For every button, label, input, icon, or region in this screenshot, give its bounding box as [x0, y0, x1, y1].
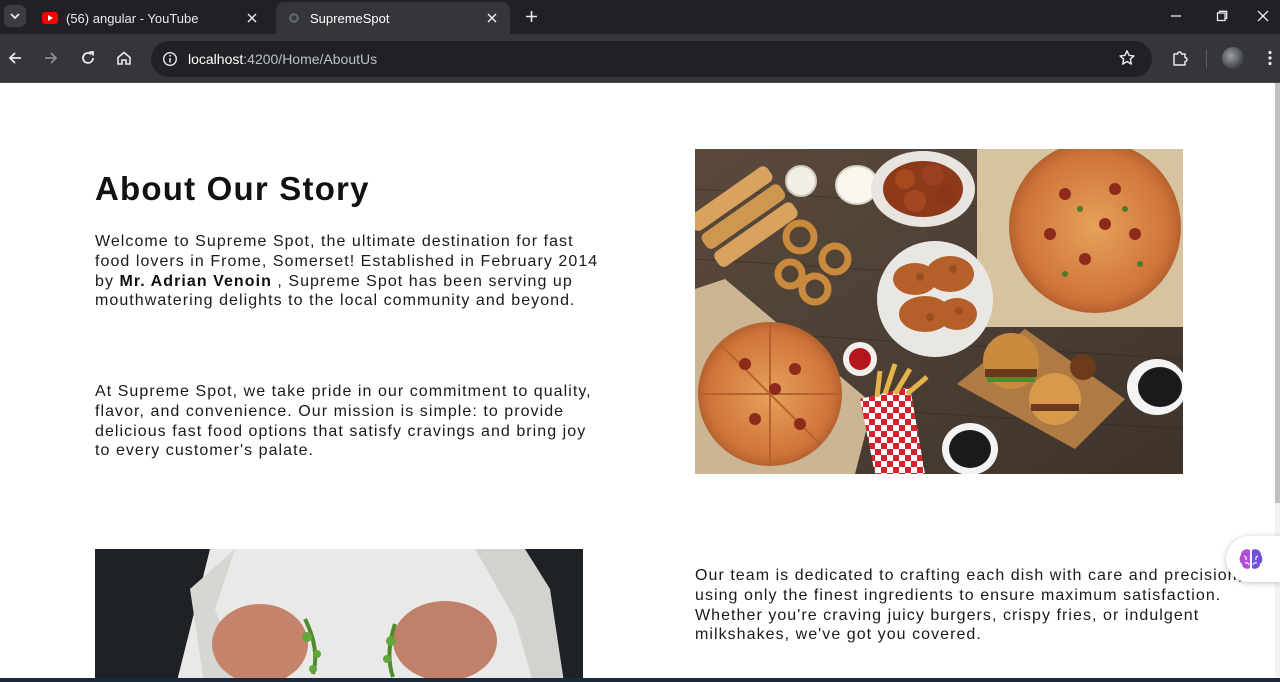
fast-food-spread-photo — [695, 149, 1183, 474]
restore-button[interactable] — [1199, 0, 1245, 32]
tab-title: (56) angular - YouTube — [66, 10, 199, 26]
url-text: localhost:4200/Home/AboutUs — [188, 51, 378, 67]
tab-search-button[interactable] — [4, 5, 26, 27]
address-bar[interactable]: localhost:4200/Home/AboutUs — [151, 41, 1152, 77]
bookmark-star-icon[interactable] — [1118, 49, 1138, 69]
youtube-icon — [42, 10, 58, 26]
minimize-icon — [1171, 15, 1181, 17]
team-paragraph: Our team is dedicated to crafting each d… — [695, 567, 1244, 644]
home-button[interactable] — [112, 46, 136, 70]
arrow-right-icon — [45, 52, 58, 64]
chevron-down-icon — [10, 13, 20, 20]
chef-plating-photo — [95, 549, 583, 678]
page-scrollbar[interactable] — [1275, 83, 1280, 678]
forward-button[interactable] — [39, 46, 63, 70]
profile-avatar[interactable] — [1222, 47, 1244, 69]
tab-supremespot[interactable]: SupremeSpot — [276, 2, 510, 34]
intro-paragraph: Welcome to Supreme Spot, the ultimate de… — [95, 233, 599, 310]
extensions-button[interactable] — [1168, 46, 1192, 70]
browser-menu-button[interactable] — [1258, 46, 1280, 70]
close-window-button[interactable] — [1245, 0, 1280, 32]
brain-icon — [1239, 549, 1263, 569]
close-icon — [1257, 10, 1268, 22]
minimize-button[interactable] — [1153, 0, 1199, 32]
arrow-left-icon — [8, 52, 21, 64]
browser-tab-bar: (56) angular - YouTube SupremeSpot — [0, 0, 1280, 34]
new-tab-button[interactable] — [520, 5, 542, 27]
browser-toolbar: localhost:4200/Home/AboutUs — [0, 34, 1280, 83]
mission-paragraph: At Supreme Spot, we take pride in our co… — [95, 383, 592, 460]
close-tab-icon[interactable] — [482, 8, 502, 28]
puzzle-icon — [1173, 51, 1188, 66]
assistant-floating-button[interactable] — [1226, 536, 1280, 582]
page-title: About Our Story — [95, 170, 370, 207]
toolbar-divider — [1206, 50, 1207, 68]
reload-button[interactable] — [76, 46, 100, 70]
os-taskbar-edge — [0, 678, 1280, 682]
scrollbar-thumb[interactable] — [1275, 83, 1280, 503]
home-icon — [117, 51, 131, 65]
founder-name: Mr. Adrian Venoin — [119, 272, 272, 290]
site-info-icon[interactable] — [160, 49, 180, 69]
back-button[interactable] — [3, 46, 27, 70]
close-tab-icon[interactable] — [242, 8, 262, 28]
tab-title: SupremeSpot — [310, 10, 390, 26]
reload-icon — [82, 51, 94, 64]
site-icon — [286, 10, 302, 26]
plus-icon — [525, 10, 537, 22]
tab-youtube[interactable]: (56) angular - YouTube — [30, 2, 270, 34]
restore-icon — [1216, 10, 1228, 22]
about-page: About Our Story Welcome to Supreme Spot,… — [0, 83, 1275, 678]
more-vertical-icon — [1268, 50, 1272, 66]
